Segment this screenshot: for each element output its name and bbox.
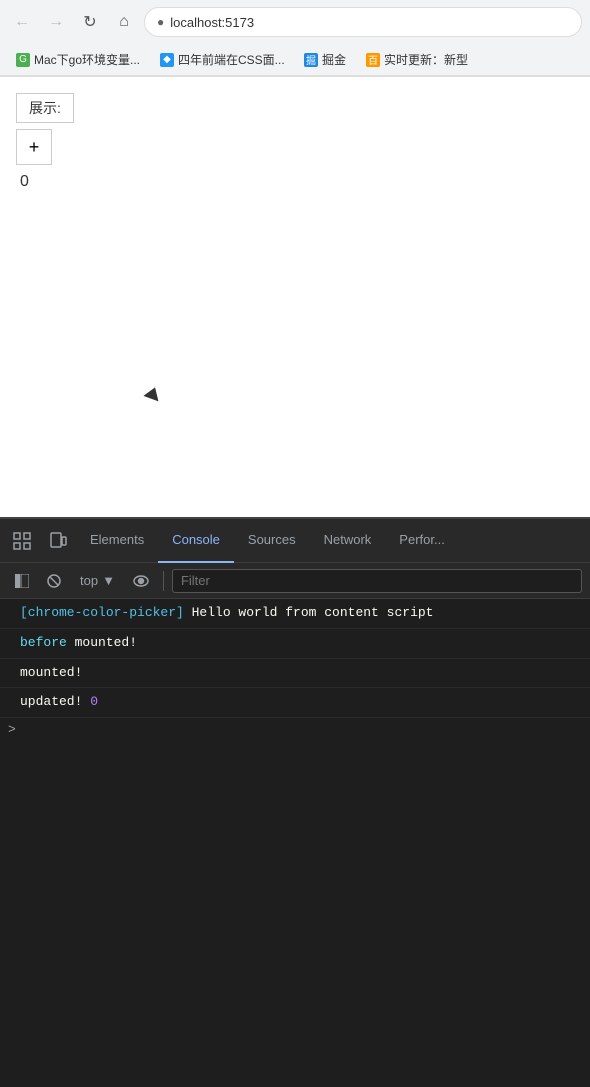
cursor-indicator xyxy=(143,385,162,402)
url-text: localhost:5173 xyxy=(170,15,254,30)
devtools-tabs: Elements Console Sources Network Perfor.… xyxy=(0,519,590,563)
console-text-mounted: mounted! xyxy=(20,663,82,684)
dropdown-arrow-icon: ▼ xyxy=(102,573,115,588)
browser-chrome: ← → ↻ ⌂ ● localhost:5173 G Mac下go环境变量...… xyxy=(0,0,590,77)
tab-sources[interactable]: Sources xyxy=(234,519,310,563)
bookmark-item[interactable]: ◆ 四年前端在CSS面... xyxy=(152,48,292,71)
console-text-chrome-picker: [chrome-color-picker] xyxy=(20,603,184,624)
sidebar-toggle-button[interactable] xyxy=(8,567,36,595)
bookmark-favicon-2: ◆ xyxy=(160,53,174,67)
bookmark-item[interactable]: 掘 掘金 xyxy=(296,48,354,71)
console-line-3: mounted! xyxy=(0,659,590,689)
console-prompt[interactable]: > xyxy=(0,718,590,741)
console-text-updated: updated! xyxy=(20,692,90,713)
console-text-hello: Hello world from content script xyxy=(184,603,434,624)
tab-network-label: Network xyxy=(324,532,372,547)
console-text-mounted-before: mounted! xyxy=(67,633,137,654)
clear-console-button[interactable] xyxy=(40,567,68,595)
devtools-device-button[interactable] xyxy=(40,519,76,563)
bookmarks-bar: G Mac下go环境变量... ◆ 四年前端在CSS面... 掘 掘金 百 实时… xyxy=(0,44,590,76)
tab-console[interactable]: Console xyxy=(158,519,234,563)
context-label: top xyxy=(80,573,98,588)
bookmark-label: 掘金 xyxy=(322,51,346,68)
console-line-1: [chrome-color-picker] Hello world from c… xyxy=(0,599,590,629)
tab-performance-label: Perfor... xyxy=(399,532,445,547)
console-line-2: before mounted! xyxy=(0,629,590,659)
tab-network[interactable]: Network xyxy=(310,519,386,563)
bookmark-label: Mac下go环境变量... xyxy=(34,51,140,68)
bookmark-favicon-1: G xyxy=(16,53,30,67)
reload-button[interactable]: ↻ xyxy=(76,8,104,36)
plus-button[interactable]: + xyxy=(16,129,52,165)
prompt-chevron-icon: > xyxy=(8,722,16,737)
bookmark-favicon-3: 掘 xyxy=(304,53,318,67)
page-content: 展示: + 0 xyxy=(0,77,590,517)
home-button[interactable]: ⌂ xyxy=(110,8,138,36)
bookmark-item[interactable]: 百 实时更新：新型 xyxy=(358,48,476,71)
eye-icon-button[interactable] xyxy=(127,567,155,595)
context-dropdown[interactable]: top ▼ xyxy=(72,571,123,590)
bookmark-label: 实时更新：新型 xyxy=(384,51,468,68)
tab-console-label: Console xyxy=(172,532,220,547)
back-button[interactable]: ← xyxy=(8,8,36,36)
devtools-panel: Elements Console Sources Network Perfor.… xyxy=(0,517,590,1087)
tab-elements-label: Elements xyxy=(90,532,144,547)
devtools-toolbar: top ▼ xyxy=(0,563,590,599)
bookmark-favicon-4: 百 xyxy=(366,53,380,67)
filter-input[interactable] xyxy=(172,569,582,593)
demo-label: 展示: xyxy=(16,93,74,123)
lock-icon: ● xyxy=(157,15,164,29)
address-bar[interactable]: ● localhost:5173 xyxy=(144,7,582,37)
tab-elements[interactable]: Elements xyxy=(76,519,158,563)
tab-sources-label: Sources xyxy=(248,532,296,547)
tab-performance[interactable]: Perfor... xyxy=(385,519,459,563)
console-text-zero: 0 xyxy=(90,692,98,713)
bookmark-label: 四年前端在CSS面... xyxy=(178,51,285,68)
toolbar-divider xyxy=(163,571,164,591)
bookmark-item[interactable]: G Mac下go环境变量... xyxy=(8,48,148,71)
forward-button[interactable]: → xyxy=(42,8,70,36)
console-line-4: updated! 0 xyxy=(0,688,590,718)
console-text-before: before xyxy=(20,633,67,654)
browser-toolbar: ← → ↻ ⌂ ● localhost:5173 xyxy=(0,0,590,44)
counter-value: 0 xyxy=(20,173,574,191)
console-output: [chrome-color-picker] Hello world from c… xyxy=(0,599,590,1087)
devtools-inspect-button[interactable] xyxy=(4,519,40,563)
